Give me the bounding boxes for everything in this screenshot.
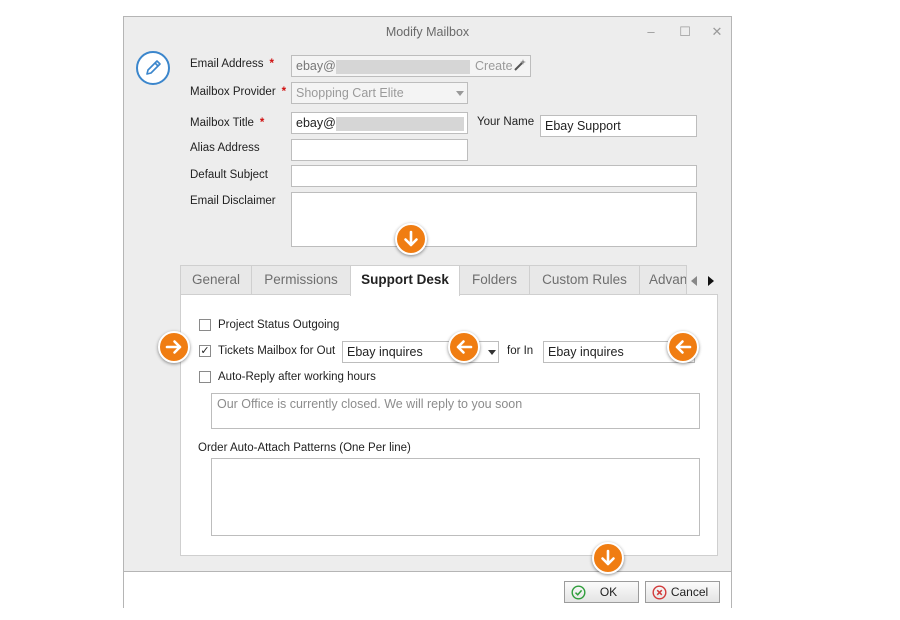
required-marker: *: [259, 117, 265, 129]
wand-icon: [513, 58, 527, 76]
window-title: Modify Mailbox: [385, 25, 470, 39]
required-marker: *: [269, 58, 274, 70]
tickets-mailbox-checkbox[interactable]: ✓: [199, 345, 211, 357]
your-name-label: Your Name: [477, 116, 535, 128]
alias-address-field[interactable]: [291, 139, 468, 161]
cancel-button[interactable]: Cancel: [645, 581, 720, 603]
arrow-right-icon: [158, 331, 190, 363]
redacted-block: [335, 116, 464, 131]
create-button[interactable]: Create: [475, 58, 513, 74]
arrow-down-icon: [592, 542, 624, 574]
required-marker: *: [281, 86, 287, 98]
your-name-field[interactable]: Ebay Support: [540, 115, 697, 137]
tickets-mailbox-label: Tickets Mailbox for Out: [218, 345, 336, 357]
ok-label: OK: [599, 585, 618, 599]
support-desk-panel: Project Status Outgoing ✓ Tickets Mailbo…: [180, 294, 718, 556]
default-subject-field[interactable]: [291, 165, 697, 187]
email-disclaimer-label: Email Disclaimer: [190, 195, 276, 207]
order-patterns-textarea[interactable]: [211, 458, 700, 536]
email-disclaimer-textarea[interactable]: [291, 192, 697, 247]
tab-strip: General Permissions Support Desk Folders…: [180, 265, 717, 296]
tab-folders[interactable]: Folders: [459, 265, 530, 295]
project-status-checkbox[interactable]: [199, 319, 211, 331]
mailbox-provider-label: Mailbox Provider *: [190, 86, 287, 98]
modify-mailbox-dialog: Modify Mailbox – ☐ ✕ Email Address * ebay…: [123, 16, 732, 608]
edit-icon: [136, 51, 170, 85]
email-address-field[interactable]: ebay@ Create: [291, 55, 531, 77]
email-address-label: Email Address *: [190, 58, 274, 70]
minimize-button[interactable]: –: [642, 23, 660, 41]
email-address-value: ebay@: [296, 59, 336, 73]
ok-button[interactable]: OK: [564, 581, 639, 603]
tab-permissions[interactable]: Permissions: [251, 265, 351, 295]
arrow-left-icon: [448, 331, 480, 363]
auto-reply-label: Auto-Reply after working hours: [218, 371, 376, 383]
dialog-footer: OK Cancel: [124, 571, 731, 608]
chevron-down-icon: [488, 350, 496, 355]
auto-reply-message-textarea[interactable]: Our Office is currently closed. We will …: [211, 393, 700, 429]
tab-advanced[interactable]: Advan: [639, 265, 687, 295]
mailbox-title-field[interactable]: ebay@: [291, 112, 468, 134]
cancel-label: Cancel: [670, 585, 709, 599]
chevron-down-icon: [456, 91, 464, 96]
chevron-left-icon[interactable]: [691, 276, 697, 286]
project-status-label: Project Status Outgoing: [218, 319, 340, 331]
tab-support-desk[interactable]: Support Desk: [350, 265, 460, 296]
auto-reply-placeholder: Our Office is currently closed. We will …: [217, 397, 523, 411]
title-bar: Modify Mailbox – ☐ ✕: [124, 17, 731, 47]
tab-custom-rules[interactable]: Custom Rules: [529, 265, 640, 295]
maximize-button[interactable]: ☐: [676, 23, 694, 41]
mailbox-provider-select[interactable]: Shopping Cart Elite: [291, 82, 468, 104]
mailbox-title-label: Mailbox Title *: [190, 117, 265, 129]
chevron-right-icon[interactable]: [708, 276, 714, 286]
arrow-down-icon: [395, 223, 427, 255]
order-patterns-label: Order Auto-Attach Patterns (One Per line…: [198, 442, 411, 454]
default-subject-label: Default Subject: [190, 169, 268, 181]
auto-reply-checkbox[interactable]: [199, 371, 211, 383]
redacted-block: [335, 59, 470, 74]
arrow-left-icon: [667, 331, 699, 363]
close-button[interactable]: ✕: [708, 23, 726, 41]
for-in-label: for In: [507, 345, 534, 357]
alias-address-label: Alias Address: [190, 142, 260, 154]
tab-general[interactable]: General: [180, 265, 252, 295]
